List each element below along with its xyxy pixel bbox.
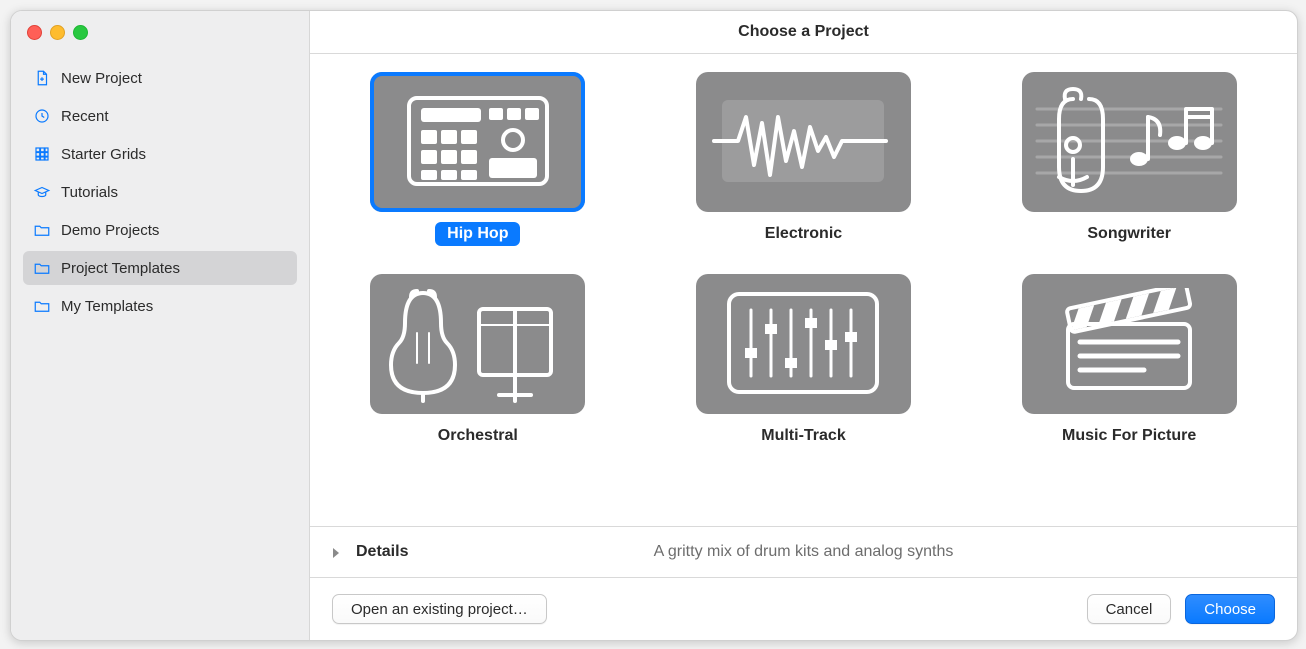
main-panel: Choose a Project: [310, 11, 1297, 640]
close-window-icon[interactable]: [27, 25, 42, 40]
sidebar-item-label: My Templates: [61, 298, 153, 315]
grad-cap-icon: [33, 183, 51, 201]
template-thumb: [696, 72, 911, 212]
orchestra-icon: [383, 283, 573, 406]
sidebar-item-starter-grids[interactable]: Starter Grids: [23, 137, 297, 171]
sidebar-list: New Project Recent Starter Grids Tutoria…: [11, 53, 309, 335]
template-electronic[interactable]: Electronic: [696, 72, 911, 246]
template-thumb: [370, 274, 585, 414]
sidebar-item-label: New Project: [61, 70, 142, 87]
details-description: A gritty mix of drum kits and analog syn…: [310, 543, 1297, 561]
sidebar-item-label: Tutorials: [61, 184, 118, 201]
template-thumb: [1022, 274, 1237, 414]
minimize-window-icon[interactable]: [50, 25, 65, 40]
template-music-for-picture[interactable]: Music For Picture: [1022, 274, 1237, 448]
sidebar-item-label: Recent: [61, 108, 109, 125]
clapper-icon: [1054, 288, 1204, 401]
template-hip-hop[interactable]: Hip Hop: [370, 72, 585, 246]
disclosure-triangle-icon[interactable]: [330, 546, 342, 558]
templates-grid: Hip Hop Electronic: [350, 72, 1257, 448]
sidebar-item-my-templates[interactable]: My Templates: [23, 289, 297, 323]
header: Choose a Project: [310, 11, 1297, 54]
sidebar-item-label: Demo Projects: [61, 222, 159, 239]
sidebar-item-tutorials[interactable]: Tutorials: [23, 175, 297, 209]
open-existing-button[interactable]: Open an existing project…: [332, 594, 547, 624]
button-label: Open an existing project…: [351, 601, 528, 618]
sidebar: New Project Recent Starter Grids Tutoria…: [11, 11, 310, 640]
sidebar-item-project-templates[interactable]: Project Templates: [23, 251, 297, 285]
template-label: Electronic: [753, 222, 854, 246]
cancel-button[interactable]: Cancel: [1087, 594, 1172, 624]
template-label: Orchestral: [426, 424, 530, 448]
sidebar-item-label: Project Templates: [61, 260, 180, 277]
folder-icon: [33, 297, 51, 315]
template-multi-track[interactable]: Multi-Track: [696, 274, 911, 448]
template-orchestral[interactable]: Orchestral: [370, 274, 585, 448]
template-label: Multi-Track: [749, 424, 857, 448]
zoom-window-icon[interactable]: [73, 25, 88, 40]
button-label: Cancel: [1106, 601, 1153, 618]
sidebar-item-recent[interactable]: Recent: [23, 99, 297, 133]
details-label: Details: [356, 543, 408, 561]
template-thumb: [370, 72, 585, 212]
page-title: Choose a Project: [738, 23, 869, 41]
sidebar-item-demo-projects[interactable]: Demo Projects: [23, 213, 297, 247]
choose-button[interactable]: Choose: [1185, 594, 1275, 624]
mixer-icon: [723, 288, 883, 401]
footer: Open an existing project… Cancel Choose: [310, 577, 1297, 640]
templates-area: Hip Hop Electronic: [310, 54, 1297, 526]
details-bar: Details A gritty mix of drum kits and an…: [310, 526, 1297, 577]
grid-icon: [33, 145, 51, 163]
sidebar-item-label: Starter Grids: [61, 146, 146, 163]
folder-icon: [33, 259, 51, 277]
template-thumb: [1022, 72, 1237, 212]
window-controls: [11, 11, 309, 53]
guitar-notes-icon: [1029, 81, 1229, 204]
template-songwriter[interactable]: Songwriter: [1022, 72, 1237, 246]
clock-icon: [33, 107, 51, 125]
sidebar-item-new-project[interactable]: New Project: [23, 61, 297, 95]
doc-new-icon: [33, 69, 51, 87]
button-label: Choose: [1204, 601, 1256, 618]
folder-icon: [33, 221, 51, 239]
waveform-icon: [708, 86, 898, 199]
template-label: Music For Picture: [1050, 424, 1208, 448]
project-chooser-window: New Project Recent Starter Grids Tutoria…: [10, 10, 1298, 641]
template-label: Hip Hop: [435, 222, 520, 246]
template-label: Songwriter: [1075, 222, 1183, 246]
template-thumb: [696, 274, 911, 414]
drum-machine-icon: [403, 92, 553, 193]
